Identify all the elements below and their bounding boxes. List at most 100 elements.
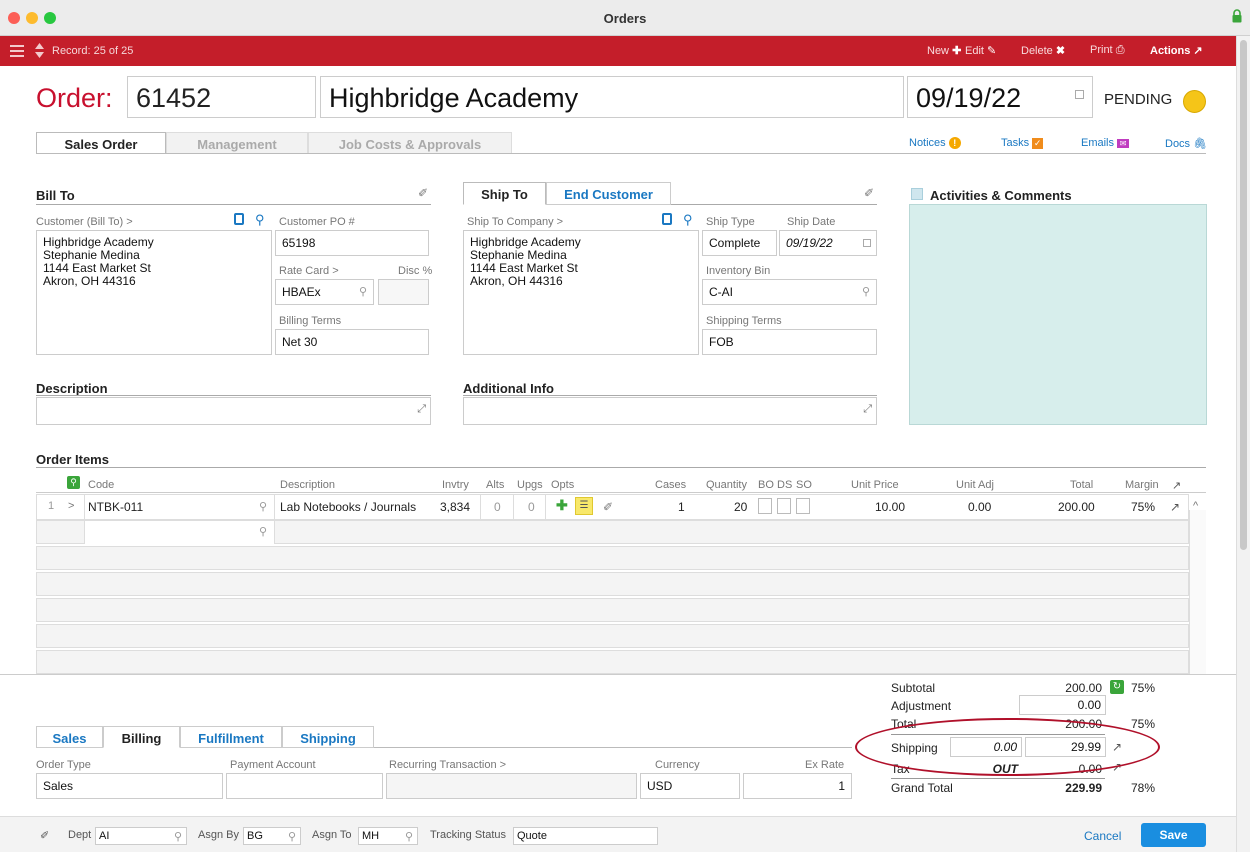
tab-sales[interactable]: Sales: [36, 726, 103, 748]
customer-bill-to-label[interactable]: Customer (Bill To) >: [36, 216, 133, 228]
expand-icon[interactable]: ⤢: [863, 403, 872, 416]
customer-po-field[interactable]: 65198: [275, 230, 429, 256]
currency-field[interactable]: USD: [640, 773, 740, 799]
column-header[interactable]: SO: [796, 479, 812, 491]
pin-icon[interactable]: ✐: [864, 186, 874, 200]
notices-link[interactable]: Notices !: [909, 137, 961, 149]
so-checkbox[interactable]: [796, 498, 810, 514]
rate-card-label[interactable]: Rate Card >: [279, 265, 339, 277]
rate-card-field[interactable]: HBAEx ⚲: [275, 279, 374, 305]
ship-to-address-field[interactable]: Highbridge Academy Stephanie Medina 1144…: [463, 230, 699, 355]
emails-link[interactable]: Emails ✉: [1081, 137, 1130, 149]
pin-icon[interactable]: ✐: [603, 500, 613, 514]
expand-icon[interactable]: ⤢: [417, 403, 426, 416]
pin-icon[interactable]: ✐: [40, 829, 49, 842]
tab-end-customer[interactable]: End Customer: [546, 182, 671, 205]
column-header[interactable]: Total: [1070, 479, 1093, 491]
column-header[interactable]: Description: [280, 479, 335, 491]
tracking-status-field[interactable]: Quote: [513, 827, 658, 845]
tab-job-costs-approvals[interactable]: Job Costs & Approvals: [308, 132, 512, 154]
column-header[interactable]: DS: [777, 479, 792, 491]
column-header[interactable]: Invtry: [442, 479, 469, 491]
column-header[interactable]: BO: [758, 479, 774, 491]
inventory-bin-field[interactable]: C-AI ⚲: [702, 279, 877, 305]
row-arrow-icon[interactable]: >: [68, 500, 74, 512]
search-icon[interactable]: ⚲: [174, 830, 182, 843]
shipping-cost-field[interactable]: 0.00: [950, 737, 1022, 757]
ex-rate-field[interactable]: 1: [743, 773, 852, 799]
print-button[interactable]: Print ⎙: [1090, 44, 1125, 57]
column-header[interactable]: Alts: [486, 479, 504, 491]
record-stepper-icon[interactable]: [35, 43, 44, 61]
order-date-field[interactable]: 09/19/22: [907, 76, 1093, 118]
tab-billing[interactable]: Billing: [103, 726, 180, 748]
actions-button[interactable]: Actions ↗: [1150, 44, 1203, 57]
asgn-by-field[interactable]: BG ⚲: [243, 827, 301, 845]
search-icon[interactable]: ⚲: [862, 285, 870, 298]
clipboard-icon[interactable]: [234, 213, 244, 225]
tab-fulfillment[interactable]: Fulfillment: [180, 726, 282, 748]
search-icon[interactable]: ⚲: [288, 830, 296, 843]
expand-arrow-icon[interactable]: ↗: [1170, 500, 1180, 514]
description-field[interactable]: ⤢: [36, 397, 431, 425]
search-icon[interactable]: ⚲: [259, 525, 267, 538]
asgn-to-field[interactable]: MH ⚲: [358, 827, 418, 845]
grid-scrollbar[interactable]: [1189, 510, 1206, 674]
tab-management[interactable]: Management: [166, 132, 308, 154]
column-header[interactable]: Unit Adj: [956, 479, 994, 491]
cancel-button[interactable]: Cancel: [1084, 829, 1121, 843]
delete-button[interactable]: Delete ✖: [1021, 44, 1065, 57]
search-icon[interactable]: ⚲: [405, 830, 413, 843]
expand-arrow-icon[interactable]: ↗: [1112, 740, 1122, 754]
item-unit-price[interactable]: 10.00: [875, 500, 905, 514]
pin-icon[interactable]: ✐: [418, 186, 428, 200]
recurring-transaction-field[interactable]: [386, 773, 637, 799]
plus-icon[interactable]: [911, 188, 923, 200]
ship-date-field[interactable]: 09/19/22: [779, 230, 877, 256]
payment-account-field[interactable]: [226, 773, 383, 799]
edit-button[interactable]: Edit ✎: [965, 44, 996, 57]
item-description[interactable]: Lab Notebooks / Journals: [280, 500, 416, 514]
clipboard-icon[interactable]: [662, 213, 672, 225]
refresh-icon[interactable]: ↻: [1110, 680, 1124, 694]
scrollbar-thumb[interactable]: [1240, 40, 1247, 550]
activities-panel[interactable]: [909, 204, 1207, 425]
tasks-link[interactable]: Tasks ✓: [1001, 137, 1044, 149]
bo-checkbox[interactable]: [758, 498, 772, 514]
search-icon[interactable]: ⚲: [359, 285, 367, 298]
adjustment-field[interactable]: 0.00: [1019, 695, 1106, 715]
bill-to-address-field[interactable]: Highbridge Academy Stephanie Medina 1144…: [36, 230, 272, 355]
column-header[interactable]: Code: [88, 479, 114, 491]
recurring-transaction-label[interactable]: Recurring Transaction >: [389, 759, 506, 771]
vertical-scrollbar[interactable]: [1236, 36, 1250, 852]
save-button[interactable]: Save: [1141, 823, 1206, 847]
column-header[interactable]: Opts: [551, 479, 574, 491]
ds-checkbox[interactable]: [777, 498, 791, 514]
customer-name-field[interactable]: Highbridge Academy: [320, 76, 904, 118]
calendar-icon[interactable]: [863, 239, 871, 247]
item-cases[interactable]: 1: [678, 500, 685, 514]
disc-percent-field[interactable]: [378, 279, 429, 305]
map-pin-icon[interactable]: ⚲: [255, 212, 265, 228]
item-unit-adj[interactable]: 0.00: [968, 500, 991, 514]
calendar-icon[interactable]: [1075, 90, 1084, 99]
map-pin-icon[interactable]: ⚲: [683, 212, 693, 228]
shipping-terms-field[interactable]: FOB: [702, 329, 877, 355]
additional-info-field[interactable]: ⤢: [463, 397, 877, 425]
tab-shipping[interactable]: Shipping: [282, 726, 374, 748]
docs-link[interactable]: Docs 🖇: [1165, 137, 1207, 150]
add-option-icon[interactable]: ✚: [556, 497, 568, 514]
ship-type-field[interactable]: Complete: [702, 230, 777, 256]
billing-terms-field[interactable]: Net 30: [275, 329, 429, 355]
menu-icon[interactable]: [10, 45, 24, 60]
column-header[interactable]: Quantity: [706, 479, 747, 491]
expand-arrow-icon[interactable]: ↗: [1172, 479, 1181, 492]
order-number-field[interactable]: 61452: [127, 76, 316, 118]
search-icon[interactable]: ⚲: [67, 476, 80, 489]
tab-ship-to[interactable]: Ship To: [463, 182, 546, 205]
new-code-field[interactable]: [84, 521, 275, 544]
shipping-field[interactable]: 29.99: [1025, 737, 1106, 757]
tax-status[interactable]: OUT: [950, 762, 1018, 776]
column-header[interactable]: Unit Price: [851, 479, 899, 491]
expand-arrow-icon[interactable]: ↗: [1112, 760, 1122, 774]
